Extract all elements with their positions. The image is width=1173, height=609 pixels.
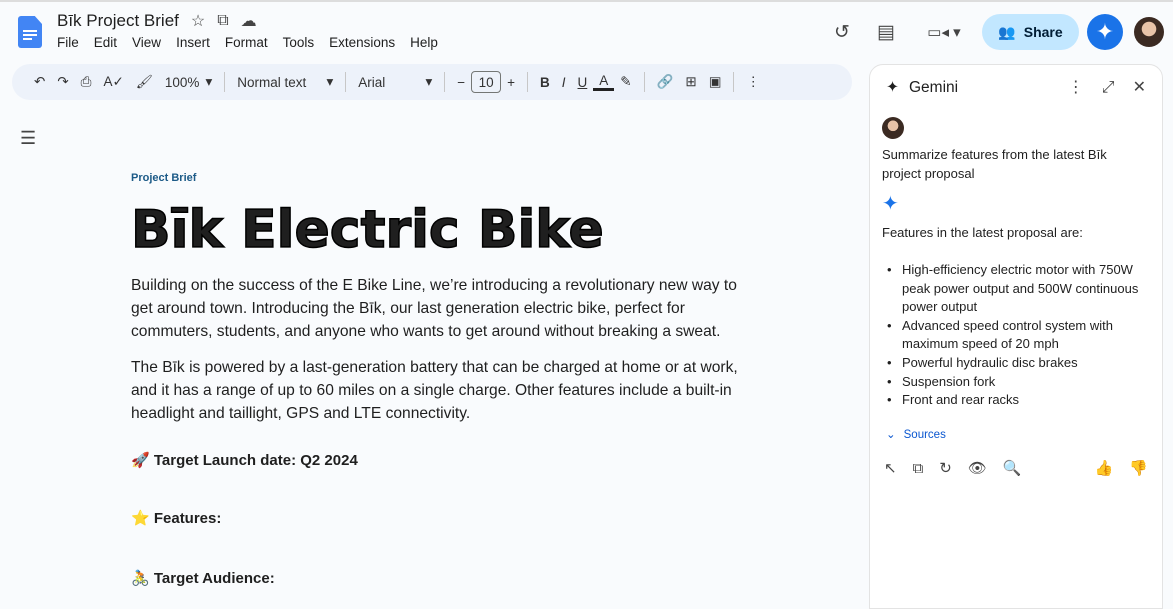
- list-item: Powerful hydraulic disc brakes: [882, 354, 1142, 373]
- text-color-icon[interactable]: A: [593, 73, 615, 91]
- paragraph: The Bīk is powered by a last-generation …: [131, 359, 738, 422]
- insert-image-icon[interactable]: ▣: [703, 74, 728, 90]
- gemini-button[interactable]: ✦: [1087, 14, 1123, 50]
- zoom-value: 100%: [164, 74, 200, 90]
- copy-icon[interactable]: ⧉: [913, 460, 924, 479]
- highlight-icon[interactable]: ✎: [614, 74, 637, 90]
- add-comment-icon[interactable]: ⊞: [679, 74, 702, 90]
- docs-logo-icon[interactable]: [18, 16, 42, 48]
- menu-bar: File Edit View Insert Format Tools Exten…: [57, 35, 438, 50]
- paint-format-icon[interactable]: 🖌: [130, 74, 159, 90]
- doc-heading: Bīk Electric Bike: [130, 199, 604, 261]
- sources-label: Sources: [903, 429, 946, 441]
- decrease-font-icon[interactable]: −: [451, 75, 471, 90]
- divider: [224, 72, 226, 92]
- gemini-title: Gemini: [909, 79, 959, 96]
- expand-icon[interactable]: ⤢: [1102, 79, 1115, 98]
- increase-font-icon[interactable]: +: [501, 75, 521, 90]
- insert-icon[interactable]: ↖: [884, 460, 897, 479]
- divider: [444, 72, 446, 92]
- undo-icon[interactable]: ↶: [28, 74, 51, 90]
- underline-icon[interactable]: U: [572, 75, 594, 90]
- people-icon: 👥: [998, 23, 1016, 40]
- list-item: Advanced speed control system with maxim…: [882, 317, 1142, 354]
- launch-heading: 🚀 Target Launch date: Q2 2024: [131, 452, 358, 469]
- avatar[interactable]: [1134, 17, 1164, 47]
- view-icon[interactable]: 👁: [968, 460, 987, 479]
- panel-controls: ⋮ ⤢ ✕: [1068, 79, 1146, 98]
- font-value: Arial: [358, 74, 386, 90]
- gemini-panel: ✦ Gemini ⋮ ⤢ ✕ Summarize features from th…: [869, 64, 1163, 609]
- user-prompt: Summarize features from the latest Bīk p…: [882, 147, 1107, 181]
- bold-icon[interactable]: B: [534, 75, 556, 90]
- spellcheck-icon[interactable]: A✓: [97, 74, 129, 90]
- menu-extensions[interactable]: Extensions: [329, 35, 395, 50]
- menu-view[interactable]: View: [132, 35, 161, 50]
- menu-insert[interactable]: Insert: [176, 35, 210, 50]
- divider: [643, 72, 645, 92]
- list-item: High-efficiency electric motor with 750W…: [882, 261, 1142, 317]
- redo-icon[interactable]: ↷: [51, 74, 74, 90]
- menu-help[interactable]: Help: [410, 35, 438, 50]
- more-icon[interactable]: ⋮: [740, 74, 766, 90]
- doc-kicker: Project Brief: [131, 172, 197, 184]
- cloud-saved-icon[interactable]: ☁: [241, 11, 257, 31]
- menu-format[interactable]: Format: [225, 35, 268, 50]
- font-size-input[interactable]: 10: [471, 71, 502, 93]
- regenerate-icon[interactable]: ↻: [939, 460, 952, 479]
- menu-file[interactable]: File: [57, 35, 79, 50]
- close-icon[interactable]: ✕: [1133, 79, 1146, 98]
- comments-icon[interactable]: ▤: [874, 14, 898, 50]
- sources-toggle[interactable]: ⌄ Sources: [886, 426, 946, 445]
- history-icon[interactable]: ↺: [830, 14, 854, 50]
- refine-icon[interactable]: 🔍: [1003, 460, 1022, 479]
- link-icon[interactable]: 🔗: [651, 74, 680, 90]
- chevron-down-icon: ⌄: [886, 429, 896, 441]
- list-item: Front and rear racks: [882, 391, 1142, 410]
- list-item: Suspension fork: [882, 373, 1142, 392]
- top-bar: Bīk Project Brief ☆ ⧉ ☁ File Edit View I…: [0, 0, 1173, 60]
- share-label: Share: [1023, 24, 1063, 40]
- gemini-response-icon: ✦: [882, 193, 899, 215]
- style-select[interactable]: Normal text ▾: [231, 74, 339, 90]
- zoom-select[interactable]: 100% ▾: [159, 74, 218, 90]
- title-area: Bīk Project Brief ☆ ⧉ ☁: [57, 11, 257, 31]
- menu-edit[interactable]: Edit: [94, 35, 117, 50]
- divider: [345, 72, 347, 92]
- star-icon[interactable]: ☆: [191, 11, 205, 31]
- divider: [527, 72, 528, 92]
- format-toolbar: ↶ ↷ ⎙ A✓ 🖌 100% ▾ Normal text ▾ Arial ▾ − …: [12, 64, 852, 100]
- font-select[interactable]: Arial ▾: [352, 74, 438, 90]
- menu-tools[interactable]: Tools: [283, 35, 315, 50]
- response-actions: ↖ ⧉ ↻ 👁 🔍: [884, 460, 1022, 479]
- style-value: Normal text: [237, 74, 307, 90]
- user-avatar: [882, 117, 904, 139]
- outline-icon[interactable]: ☰: [20, 128, 36, 149]
- move-folder-icon[interactable]: ⧉: [217, 12, 228, 30]
- divider: [733, 72, 735, 92]
- paragraph: Building on the success of the E Bike Li…: [131, 277, 737, 340]
- more-icon[interactable]: ⋮: [1068, 79, 1084, 98]
- response-intro: Features in the latest proposal are:: [882, 225, 1083, 240]
- gemini-sparkle-icon: ✦: [886, 79, 899, 96]
- share-button[interactable]: 👥 Share: [982, 14, 1079, 50]
- thumbs-down-icon[interactable]: 👎: [1129, 460, 1148, 479]
- thumbs-up-icon[interactable]: 👍: [1095, 460, 1114, 479]
- feedback-actions: 👍 👎: [1095, 460, 1148, 479]
- audience-heading: 🚴 Target Audience:: [131, 570, 275, 587]
- print-icon[interactable]: ⎙: [75, 74, 98, 90]
- features-heading: ⭐ Features:: [131, 510, 222, 527]
- gemini-header: ✦ Gemini: [886, 79, 958, 98]
- meet-button[interactable]: ▭◂ ▾: [922, 14, 966, 50]
- italic-icon[interactable]: I: [556, 75, 572, 90]
- doc-title[interactable]: Bīk Project Brief: [57, 11, 179, 31]
- feature-list: High-efficiency electric motor with 750W…: [882, 261, 1142, 410]
